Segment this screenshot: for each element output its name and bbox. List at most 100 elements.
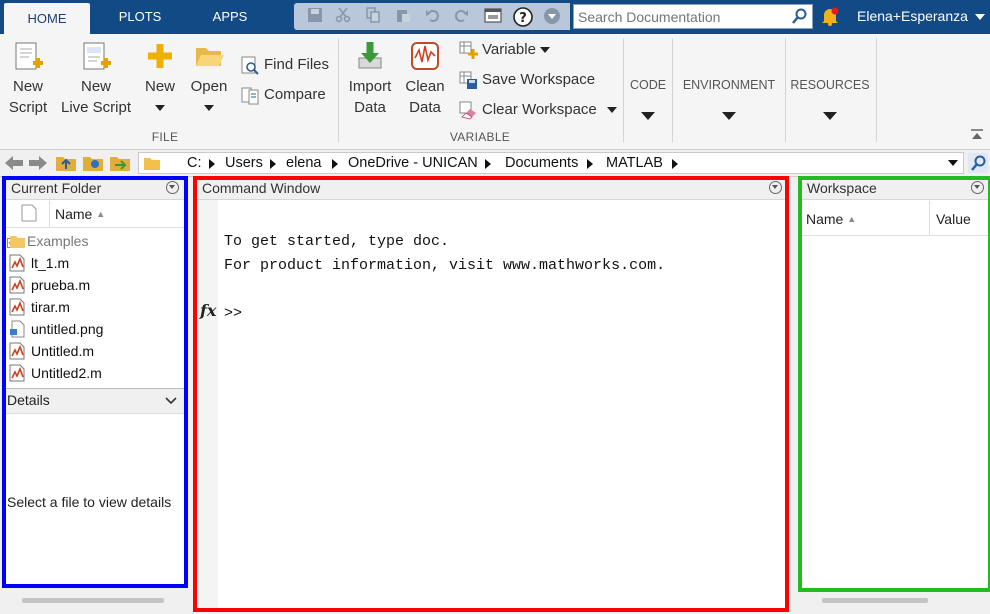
column-value[interactable]: Value xyxy=(936,211,971,227)
breadcrumb-users[interactable]: Users xyxy=(225,155,263,171)
search-documentation[interactable] xyxy=(573,4,813,29)
save-workspace-icon xyxy=(459,71,477,90)
collapse-ribbon-icon[interactable] xyxy=(970,128,984,144)
resources-section-button[interactable]: RESOURCES xyxy=(788,78,872,120)
code-section-button[interactable]: CODE xyxy=(624,78,672,120)
svg-text:?: ? xyxy=(519,11,527,26)
paste-icon[interactable] xyxy=(394,7,412,25)
breadcrumb-separator-icon[interactable] xyxy=(587,159,593,169)
command-gutter xyxy=(196,200,218,608)
breadcrumb-separator-icon[interactable] xyxy=(672,159,678,169)
breadcrumb-c[interactable]: C: xyxy=(187,155,202,171)
open-button[interactable]: Open xyxy=(188,40,230,118)
tab-apps[interactable]: APPS xyxy=(198,0,262,34)
panel-actions-icon[interactable] xyxy=(971,181,984,194)
details-header[interactable]: Details xyxy=(5,388,185,414)
up-folder-icon[interactable] xyxy=(55,152,77,175)
workspace-title: Workspace xyxy=(801,177,990,200)
list-item[interactable]: untitled.png xyxy=(10,319,103,339)
new-button[interactable]: New xyxy=(140,40,180,118)
list-item[interactable]: lt_1.m xyxy=(9,253,69,273)
function-browser-icon[interactable]: fx xyxy=(200,301,216,320)
m-file-icon xyxy=(9,364,25,382)
breadcrumb-onedrive[interactable]: OneDrive - UNICAN xyxy=(348,155,478,171)
command-output-line: To get started, type doc. xyxy=(224,233,450,250)
m-file-icon xyxy=(9,298,25,316)
clear-workspace-button[interactable]: Clear Workspace xyxy=(458,98,617,122)
breadcrumb-elena[interactable]: elena xyxy=(286,155,321,171)
m-file-icon xyxy=(9,254,25,272)
panel-actions-icon[interactable] xyxy=(769,181,782,194)
breadcrumb-separator-icon[interactable] xyxy=(485,159,491,169)
search-folder-icon[interactable] xyxy=(968,153,988,176)
user-menu[interactable]: Elena+Esperanza xyxy=(857,8,985,24)
switch-windows-icon[interactable] xyxy=(484,7,502,25)
column-name[interactable]: Name ▲ xyxy=(55,206,105,222)
forward-icon[interactable] xyxy=(28,154,48,175)
command-prompt[interactable]: >> xyxy=(224,305,242,322)
new-script-icon xyxy=(15,42,43,70)
tab-plots[interactable]: PLOTS xyxy=(104,0,176,34)
notification-bell-icon[interactable] xyxy=(820,6,840,26)
breadcrumb-matlab[interactable]: MATLAB xyxy=(606,155,663,171)
ribbon-divider xyxy=(672,38,673,142)
undo-icon[interactable] xyxy=(424,7,442,25)
browse-folder-icon[interactable] xyxy=(82,152,104,175)
chevron-down-icon xyxy=(155,105,165,112)
compare-icon xyxy=(241,87,259,105)
save-workspace-button[interactable]: Save Workspace xyxy=(458,68,595,92)
chevron-down-icon xyxy=(974,14,985,21)
list-item[interactable]: Untitled2.m xyxy=(9,363,102,383)
new-script-button[interactable]: New Script xyxy=(4,40,52,118)
column-divider xyxy=(929,201,930,235)
import-data-button[interactable]: Import Data xyxy=(344,40,396,118)
redo-icon[interactable] xyxy=(452,7,470,25)
folder-open-icon xyxy=(196,48,224,66)
workspace-scrollbar[interactable] xyxy=(822,598,928,603)
column-name[interactable]: Name ▲ xyxy=(806,211,856,227)
list-item[interactable]: tirar.m xyxy=(9,297,70,317)
help-icon[interactable]: ? xyxy=(513,7,533,27)
breadcrumb-separator-icon[interactable] xyxy=(209,159,215,169)
back-icon[interactable] xyxy=(4,154,24,175)
chevron-down-icon xyxy=(204,105,214,112)
go-to-folder-icon[interactable] xyxy=(109,152,131,175)
file-type-icon xyxy=(21,204,37,225)
import-data-icon xyxy=(358,42,382,69)
folder-column-header: Name ▲ xyxy=(5,201,185,228)
panel-actions-icon[interactable] xyxy=(166,181,179,194)
list-item[interactable]: prueba.m xyxy=(9,275,90,295)
chevron-down-icon xyxy=(606,107,617,114)
ribbon-divider xyxy=(785,38,786,142)
folder-scrollbar[interactable] xyxy=(22,598,164,603)
search-input[interactable] xyxy=(574,5,792,28)
sort-ascending-icon: ▲ xyxy=(96,209,106,219)
clean-data-button[interactable]: Clean Data xyxy=(402,40,448,118)
list-item[interactable]: Examples xyxy=(10,231,88,251)
new-live-script-button[interactable]: New Live Script xyxy=(58,40,134,118)
find-files-button[interactable]: Find Files xyxy=(240,53,329,77)
section-label-file: FILE xyxy=(151,130,179,144)
user-name: Elena+Esperanza xyxy=(857,8,968,24)
current-folder-path[interactable]: C: Users elena OneDrive - UNICAN Documen… xyxy=(138,152,964,174)
copy-icon[interactable] xyxy=(364,7,382,25)
compare-button[interactable]: Compare xyxy=(240,83,326,107)
tab-home[interactable]: HOME xyxy=(4,3,90,34)
path-history-icon[interactable] xyxy=(948,160,958,166)
customize-icon[interactable] xyxy=(543,7,561,25)
search-icon[interactable] xyxy=(792,8,808,27)
cut-icon[interactable] xyxy=(334,7,352,25)
breadcrumb-separator-icon[interactable] xyxy=(332,159,338,169)
sort-ascending-icon: ▲ xyxy=(847,214,857,224)
quick-access-toolbar: ? xyxy=(294,3,570,30)
image-file-icon xyxy=(10,320,25,338)
chevron-down-icon xyxy=(540,47,551,54)
variable-button[interactable]: Variable xyxy=(458,38,551,62)
save-icon[interactable] xyxy=(306,7,324,25)
breadcrumb-documents[interactable]: Documents xyxy=(505,155,578,171)
workspace-panel: Workspace Name ▲ Value xyxy=(801,177,990,591)
new-variable-icon xyxy=(459,41,478,60)
environment-section-button[interactable]: ENVIRONMENT xyxy=(676,78,782,120)
breadcrumb-separator-icon[interactable] xyxy=(270,159,276,169)
list-item[interactable]: Untitled.m xyxy=(9,341,94,361)
